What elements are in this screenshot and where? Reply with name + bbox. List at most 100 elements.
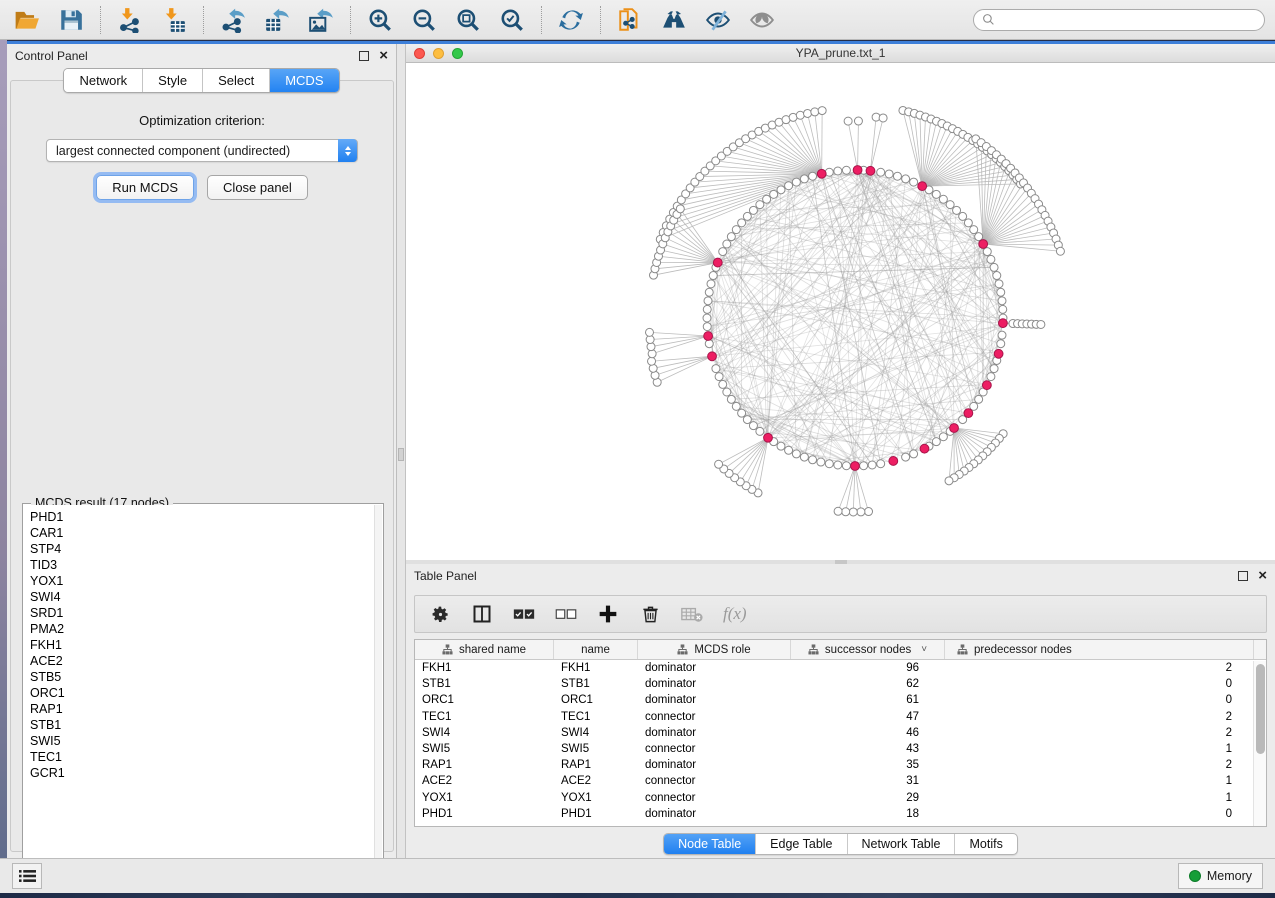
- mcds-result-item[interactable]: TID3: [30, 557, 374, 573]
- import-table-icon[interactable]: [159, 5, 189, 35]
- table-row[interactable]: RAP1RAP1dominator352: [415, 757, 1266, 773]
- column-header-successor-nodes[interactable]: successor nodes˅: [791, 640, 945, 659]
- column-header-name[interactable]: name: [554, 640, 638, 659]
- mcds-tab-content: Optimization criterion: largest connecte…: [10, 80, 394, 852]
- task-history-button[interactable]: [12, 863, 42, 889]
- export-image-icon[interactable]: [306, 5, 336, 35]
- open-file-icon[interactable]: [12, 5, 42, 35]
- mcds-result-item[interactable]: STB5: [30, 669, 374, 685]
- column-header-shared-name[interactable]: shared name: [415, 640, 554, 659]
- table-settings-gear-icon[interactable]: [429, 603, 451, 625]
- zoom-in-icon[interactable]: [365, 5, 395, 35]
- table-scrollbar[interactable]: [1253, 661, 1266, 826]
- share-document-icon[interactable]: [615, 5, 645, 35]
- mcds-result-item[interactable]: RAP1: [30, 701, 374, 717]
- mcds-result-item[interactable]: SWI5: [30, 733, 374, 749]
- table-row[interactable]: SWI5SWI5connector431: [415, 741, 1266, 757]
- search-network-icon[interactable]: [659, 5, 689, 35]
- global-search-field[interactable]: [973, 9, 1265, 31]
- hide-panel-icon[interactable]: [703, 5, 733, 35]
- table-row[interactable]: STB1STB1dominator620: [415, 676, 1266, 692]
- mcds-result-list[interactable]: PHD1CAR1STP4TID3YOX1SWI4SRD1PMA2FKH1ACE2…: [24, 505, 374, 873]
- cell-predecessor-nodes: 2: [945, 759, 1254, 771]
- show-panel-icon[interactable]: [747, 5, 777, 35]
- function-builder-icon[interactable]: f(x): [723, 604, 747, 624]
- delete-table-icon[interactable]: [681, 603, 703, 625]
- network-window-titlebar[interactable]: YPA_prune.txt_1: [406, 44, 1275, 63]
- node-table[interactable]: shared name nameMCDS rolesuccessor nodes˅…: [414, 639, 1267, 827]
- refresh-icon[interactable]: [556, 5, 586, 35]
- column-type-icon: [808, 644, 819, 655]
- deselect-all-rows-icon[interactable]: [555, 603, 577, 625]
- splitter-grip[interactable]: [398, 448, 404, 461]
- vertical-splitter[interactable]: [397, 44, 406, 858]
- mcds-result-item[interactable]: GCR1: [30, 765, 374, 781]
- run-mcds-button[interactable]: Run MCDS: [96, 175, 194, 200]
- zoom-out-icon[interactable]: [409, 5, 439, 35]
- sort-chevron-icon[interactable]: ˅: [921, 644, 927, 655]
- mcds-result-item[interactable]: STP4: [30, 541, 374, 557]
- mcds-result-item[interactable]: PHD1: [30, 509, 374, 525]
- mcds-result-item[interactable]: ACE2: [30, 653, 374, 669]
- cell-name: ORC1: [554, 694, 638, 706]
- mcds-result-item[interactable]: SWI4: [30, 589, 374, 605]
- cell-MCDS-role: connector: [638, 792, 791, 804]
- table-row[interactable]: TEC1TEC1connector472: [415, 709, 1266, 725]
- tab-node-table[interactable]: Node Table: [664, 834, 756, 854]
- mcds-result-item[interactable]: STB1: [30, 717, 374, 733]
- tab-edge-table[interactable]: Edge Table: [756, 834, 847, 854]
- cell-shared-name: YOX1: [415, 792, 554, 804]
- mcds-result-item[interactable]: YOX1: [30, 573, 374, 589]
- save-session-icon[interactable]: [56, 5, 86, 35]
- memory-button[interactable]: Memory: [1178, 863, 1263, 889]
- table-row[interactable]: SWI4SWI4dominator462: [415, 725, 1266, 741]
- table-row[interactable]: ORC1ORC1dominator610: [415, 692, 1266, 708]
- mcds-result-item[interactable]: FKH1: [30, 637, 374, 653]
- table-row[interactable]: YOX1YOX1connector291: [415, 790, 1266, 806]
- delete-column-icon[interactable]: [639, 603, 661, 625]
- cell-predecessor-nodes: 0: [945, 678, 1254, 690]
- table-row[interactable]: FKH1FKH1dominator962: [415, 660, 1266, 676]
- zoom-fit-icon[interactable]: [453, 5, 483, 35]
- tab-mcds[interactable]: MCDS: [270, 69, 338, 92]
- tab-network[interactable]: Network: [64, 69, 143, 92]
- tab-network-table[interactable]: Network Table: [848, 834, 956, 854]
- mcds-result-item[interactable]: CAR1: [30, 525, 374, 541]
- export-network-icon[interactable]: [218, 5, 248, 35]
- show-column-icon[interactable]: [471, 603, 493, 625]
- export-table-icon[interactable]: [262, 5, 292, 35]
- optimization-criterion-select[interactable]: largest connected component (undirected): [46, 139, 358, 162]
- column-header-MCDS-role[interactable]: MCDS role: [638, 640, 791, 659]
- close-panel-icon[interactable]: ×: [1258, 571, 1267, 581]
- column-header-predecessor-nodes[interactable]: predecessor nodes: [945, 640, 1254, 659]
- cell-MCDS-role: dominator: [638, 662, 791, 674]
- network-view-window: YPA_prune.txt_1: [406, 44, 1275, 560]
- control-panel-title: Control Panel: [15, 49, 88, 63]
- add-column-icon[interactable]: [597, 603, 619, 625]
- cell-successor-nodes: 18: [791, 808, 945, 820]
- zoom-selected-icon[interactable]: [497, 5, 527, 35]
- search-input[interactable]: [1000, 13, 1256, 27]
- tab-style[interactable]: Style: [143, 69, 203, 92]
- cell-successor-nodes: 61: [791, 694, 945, 706]
- table-row[interactable]: ACE2ACE2connector311: [415, 773, 1266, 789]
- select-all-rows-icon[interactable]: [513, 603, 535, 625]
- mcds-result-item[interactable]: ORC1: [30, 685, 374, 701]
- column-header-label: shared name: [459, 644, 526, 656]
- cell-shared-name: ORC1: [415, 694, 554, 706]
- tab-motifs[interactable]: Motifs: [955, 834, 1016, 854]
- close-panel-button[interactable]: Close panel: [207, 175, 308, 200]
- mcds-result-item[interactable]: TEC1: [30, 749, 374, 765]
- mcds-result-item[interactable]: SRD1: [30, 605, 374, 621]
- table-row[interactable]: PHD1PHD1dominator180: [415, 806, 1266, 822]
- mcds-result-item[interactable]: PMA2: [30, 621, 374, 637]
- network-canvas[interactable]: [406, 63, 1275, 560]
- import-network-icon[interactable]: [115, 5, 145, 35]
- close-panel-icon[interactable]: ×: [379, 51, 388, 61]
- tab-select[interactable]: Select: [203, 69, 270, 92]
- table-toolbar: f(x): [414, 595, 1267, 633]
- float-panel-icon[interactable]: [359, 51, 369, 61]
- mcds-list-scrollbar[interactable]: [374, 505, 382, 873]
- float-panel-icon[interactable]: [1238, 571, 1248, 581]
- scrollbar-thumb[interactable]: [1256, 664, 1265, 754]
